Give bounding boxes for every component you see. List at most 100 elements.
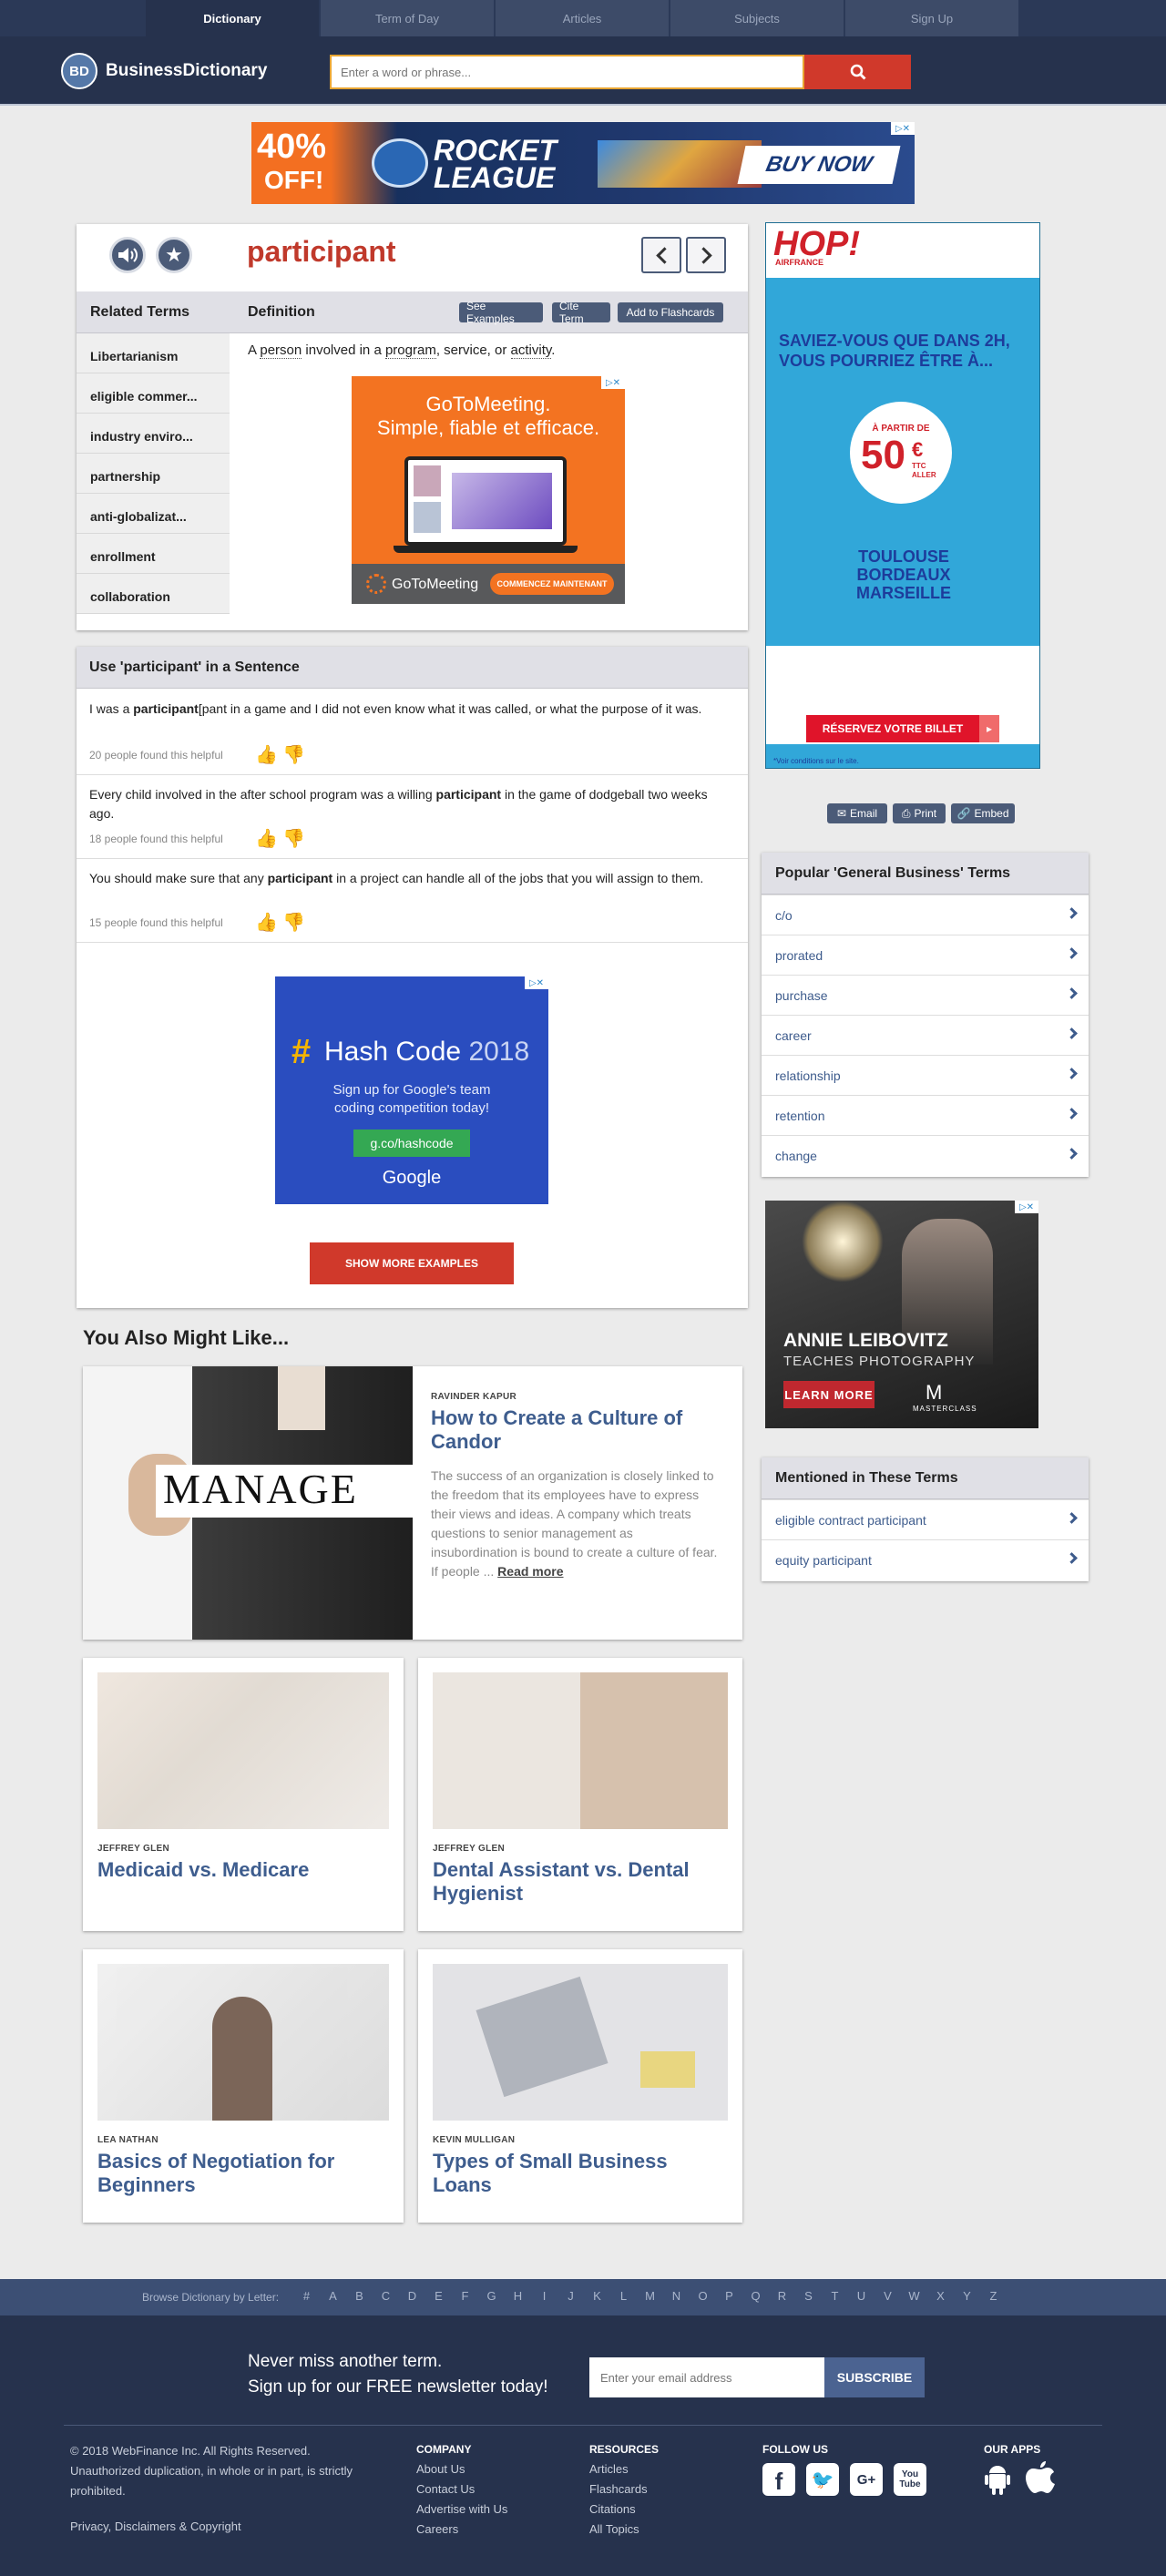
article-title[interactable]: Medicaid vs. Medicare — [97, 1858, 389, 1882]
show-more-examples-button[interactable]: SHOW MORE EXAMPLES — [310, 1242, 514, 1284]
browse-letter-link[interactable]: Y — [954, 2289, 980, 2303]
search-input[interactable] — [330, 55, 804, 89]
search-button[interactable] — [804, 55, 911, 89]
article-title[interactable]: Dental Assistant vs. Dental Hygienist — [433, 1858, 728, 1906]
read-more-link[interactable]: Read more — [497, 1564, 563, 1579]
article-title[interactable]: Types of Small Business Loans — [433, 2150, 728, 2197]
tab-articles[interactable]: Articles — [496, 0, 670, 36]
previous-term-button[interactable] — [641, 237, 681, 273]
google-plus-icon[interactable]: G+ — [850, 2463, 883, 2496]
see-examples-button[interactable]: See Examples — [459, 300, 543, 325]
next-term-button[interactable] — [686, 237, 726, 273]
browse-letter-link[interactable]: X — [927, 2289, 954, 2303]
popular-term-item[interactable]: c/o — [762, 894, 1089, 935]
browse-letter-link[interactable]: Z — [980, 2289, 1007, 2303]
privacy-link[interactable]: Privacy, Disclaimers & Copyright — [70, 2520, 241, 2533]
logo-badge[interactable]: BD — [61, 53, 97, 89]
subscribe-button[interactable]: SUBSCRIBE — [824, 2357, 925, 2397]
popular-term-item[interactable]: purchase — [762, 975, 1089, 1015]
newsletter-email-input[interactable] — [589, 2357, 824, 2397]
ad-buy-now-button[interactable]: BUY NOW — [737, 146, 901, 184]
article-card[interactable]: LEA NATHAN Basics of Negotiation for Beg… — [83, 1949, 404, 2223]
browse-letter-link[interactable]: B — [346, 2289, 373, 2303]
article-title[interactable]: Basics of Negotiation for Beginners — [97, 2150, 389, 2197]
browse-letter-link[interactable]: G — [478, 2289, 505, 2303]
browse-letter-link[interactable]: F — [452, 2289, 478, 2303]
thumbs-down-icon[interactable]: 👎 — [282, 827, 305, 850]
browse-letter-link[interactable]: L — [610, 2289, 637, 2303]
browse-letter-link[interactable]: E — [425, 2289, 452, 2303]
footer-link[interactable]: All Topics — [589, 2520, 648, 2540]
browse-letter-link[interactable]: P — [716, 2289, 742, 2303]
pronounce-button[interactable] — [109, 237, 146, 273]
embed-button[interactable]: 🔗 Embed — [951, 803, 1015, 823]
related-term-item[interactable]: eligible commer... — [77, 373, 230, 414]
browse-letter-link[interactable]: A — [320, 2289, 346, 2303]
related-term-item[interactable]: collaboration — [77, 574, 230, 614]
thumbs-down-icon[interactable]: 👎 — [282, 911, 305, 934]
tab-term-of-day[interactable]: Term of Day — [321, 0, 495, 36]
android-icon[interactable] — [984, 2463, 1011, 2496]
related-term-item[interactable]: Libertarianism — [77, 333, 230, 373]
footer-link[interactable]: Flashcards — [589, 2479, 648, 2499]
facebook-icon[interactable]: f — [762, 2463, 795, 2496]
definition-link[interactable]: activity — [510, 342, 552, 359]
thumbs-up-icon[interactable]: 👍 — [255, 827, 278, 850]
browse-letter-link[interactable]: J — [557, 2289, 584, 2303]
apple-icon[interactable] — [1026, 2459, 1055, 2494]
ad-cta-button[interactable]: g.co/hashcode — [353, 1130, 470, 1157]
browse-letter-link[interactable]: N — [663, 2289, 690, 2303]
email-button[interactable]: ✉ Email — [827, 803, 887, 823]
browse-letter-link[interactable]: W — [901, 2289, 927, 2303]
browse-letter-link[interactable]: T — [822, 2289, 848, 2303]
ad-choices-icon[interactable]: ▷✕ — [1015, 1201, 1038, 1213]
gotomeeting-ad[interactable]: GoToMeeting. Simple, fiable et efficace.… — [352, 376, 625, 604]
browse-letter-link[interactable]: R — [769, 2289, 795, 2303]
browse-letter-link[interactable]: O — [690, 2289, 716, 2303]
footer-link[interactable]: Careers — [416, 2520, 507, 2540]
favorite-button[interactable]: ★ — [156, 237, 192, 273]
browse-letter-link[interactable]: C — [373, 2289, 399, 2303]
masterclass-ad[interactable]: ANNIE LEIBOVITZ TEACHES PHOTOGRAPHY LEAR… — [765, 1201, 1038, 1428]
ad-choices-icon[interactable]: ▷✕ — [601, 376, 625, 389]
print-button[interactable]: ⎙ Print — [893, 803, 946, 823]
tab-dictionary[interactable]: Dictionary — [146, 0, 320, 36]
thumbs-up-icon[interactable]: 👍 — [255, 743, 278, 766]
footer-link[interactable]: Articles — [589, 2459, 648, 2479]
twitter-icon[interactable]: 🐦 — [806, 2463, 839, 2496]
footer-link[interactable]: Citations — [589, 2499, 648, 2520]
browse-letter-link[interactable]: M — [637, 2289, 663, 2303]
browse-letter-link[interactable]: H — [505, 2289, 531, 2303]
browse-letter-link[interactable]: I — [531, 2289, 557, 2303]
hashcode-ad[interactable]: # Hash Code 2018 Sign up for Google's te… — [275, 976, 548, 1204]
tab-sign-up[interactable]: Sign Up — [845, 0, 1019, 36]
article-card[interactable]: KEVIN MULLIGAN Types of Small Business L… — [418, 1949, 742, 2223]
ad-cta-button[interactable]: LEARN MORE — [783, 1381, 874, 1408]
tab-subjects[interactable]: Subjects — [670, 0, 844, 36]
logo-text[interactable]: BusinessDictionary — [106, 61, 267, 81]
ad-cta-button[interactable]: COMMENCEZ MAINTENANT — [490, 573, 614, 595]
browse-letter-link[interactable]: S — [795, 2289, 822, 2303]
related-term-item[interactable]: anti-globalizat... — [77, 494, 230, 534]
add-to-flashcards-button[interactable]: Add to Flashcards — [618, 302, 723, 322]
popular-term-item[interactable]: prorated — [762, 935, 1089, 975]
ad-choices-icon[interactable]: ▷✕ — [525, 976, 548, 989]
related-term-item[interactable]: industry enviro... — [77, 414, 230, 454]
ad-cta-button[interactable]: RÉSERVEZ VOTRE BILLET — [806, 715, 979, 742]
popular-term-item[interactable]: retention — [762, 1095, 1089, 1135]
featured-article-card[interactable]: MANAGE RAVINDER KAPUR How to Create a Cu… — [83, 1366, 742, 1640]
thumbs-up-icon[interactable]: 👍 — [255, 911, 278, 934]
related-term-item[interactable]: partnership — [77, 454, 230, 494]
definition-link[interactable]: program — [384, 342, 436, 359]
browse-letter-link[interactable]: D — [399, 2289, 425, 2303]
popular-term-item[interactable]: change — [762, 1135, 1089, 1175]
browse-letter-link[interactable]: # — [293, 2289, 320, 2303]
footer-link[interactable]: Advertise with Us — [416, 2499, 507, 2520]
definition-link[interactable]: person — [260, 342, 302, 359]
thumbs-down-icon[interactable]: 👎 — [282, 743, 305, 766]
youtube-icon[interactable]: You Tube — [894, 2463, 926, 2496]
browse-letter-link[interactable]: K — [584, 2289, 610, 2303]
article-card[interactable]: JEFFREY GLEN Medicaid vs. Medicare — [83, 1658, 404, 1931]
hop-airfrance-ad[interactable]: HOP! AIRFRANCE SAVIEZ-VOUS QUE DANS 2H, … — [765, 222, 1040, 769]
article-title[interactable]: How to Create a Culture of Candor — [431, 1406, 722, 1454]
